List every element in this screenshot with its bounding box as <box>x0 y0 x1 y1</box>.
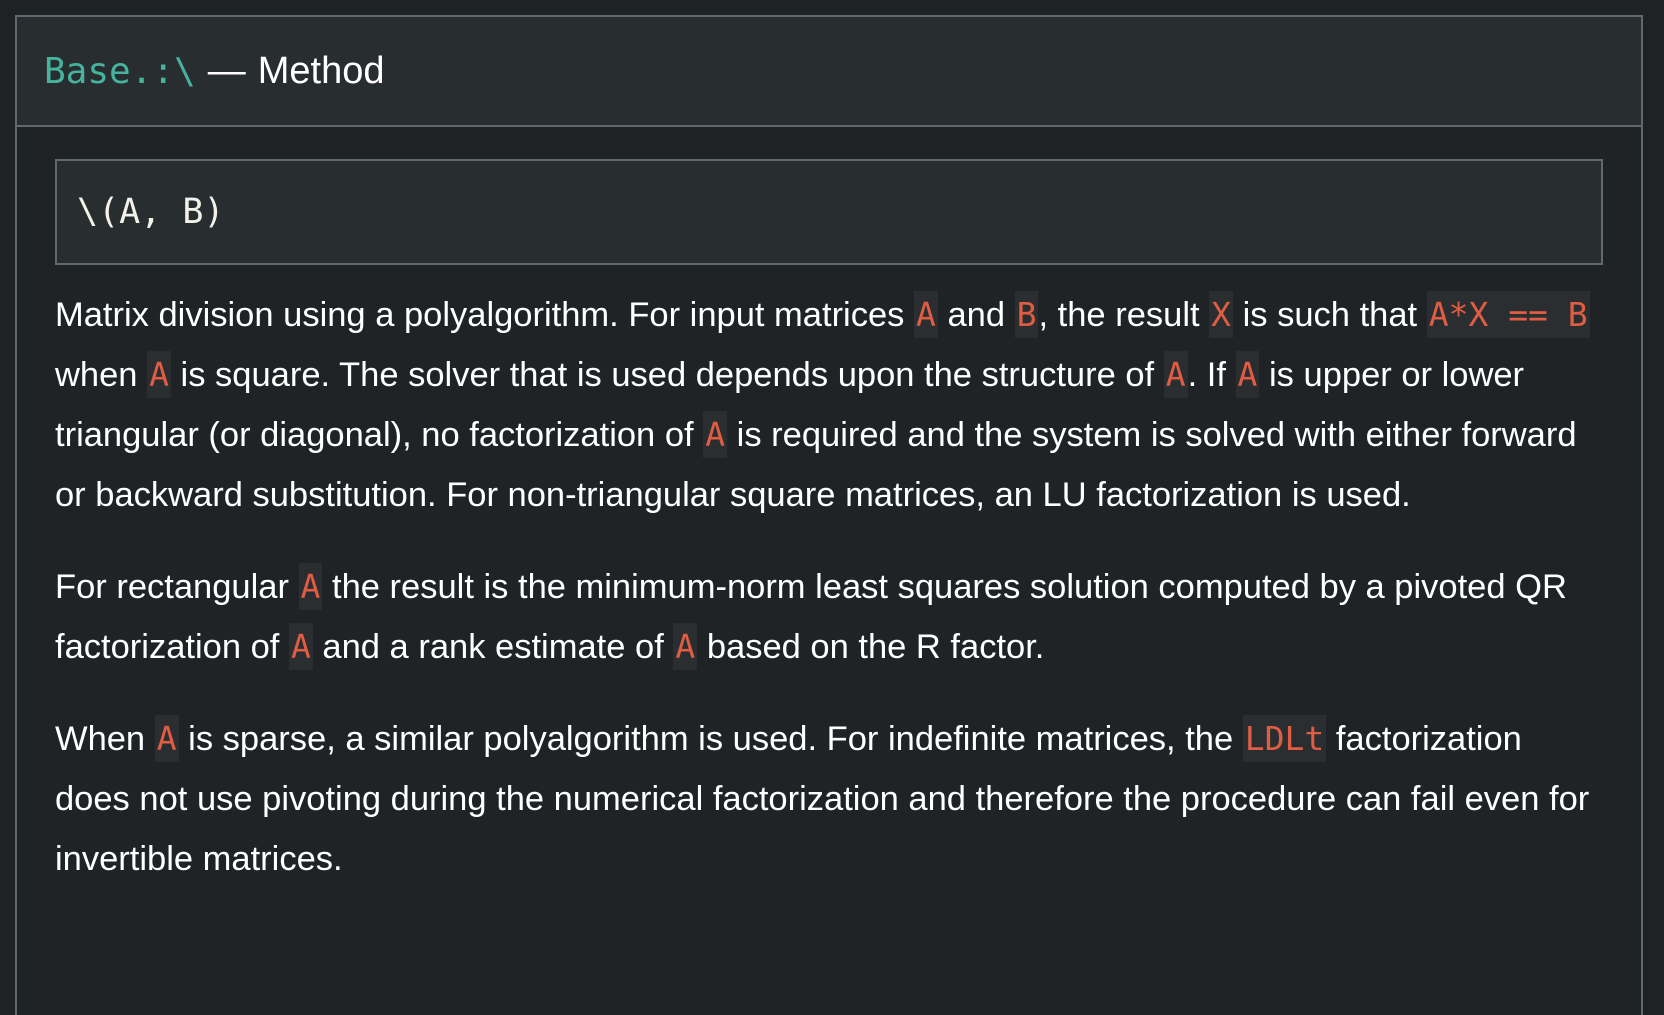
inline-code: A <box>154 715 179 762</box>
text-run: Matrix division using a polyalgorithm. F… <box>55 296 914 334</box>
text-run: . If <box>1187 356 1236 394</box>
inline-code: A <box>1163 351 1188 398</box>
description: Matrix division using a polyalgorithm. F… <box>55 285 1603 889</box>
signature-code-block: \(A, B) <box>55 159 1603 265</box>
text-run: For rectangular <box>55 568 299 606</box>
docstring-body: \(A, B) Matrix division using a polyalgo… <box>17 127 1641 889</box>
inline-code: X <box>1209 291 1234 338</box>
inline-code: A <box>1235 351 1260 398</box>
description-paragraph: Matrix division using a polyalgorithm. F… <box>55 285 1603 525</box>
text-run: based on the R factor. <box>697 628 1045 666</box>
inline-code: A <box>703 411 728 458</box>
text-run: , the result <box>1038 296 1210 334</box>
inline-code: B <box>1014 291 1039 338</box>
description-paragraph: When A is sparse, a similar polyalgorith… <box>55 709 1603 889</box>
inline-code: A*X == B <box>1426 291 1590 338</box>
inline-code: A <box>288 623 313 670</box>
text-run: When <box>55 720 155 758</box>
header-separator: — <box>207 49 246 92</box>
inline-code: LDLt <box>1242 715 1327 762</box>
text-run: is sparse, a similar polyalgorithm is us… <box>178 720 1243 758</box>
inline-code: A <box>298 563 323 610</box>
inline-code: A <box>914 291 938 338</box>
method-name[interactable]: Base.:\ <box>44 51 196 92</box>
text-run: is square. The solver that is used depen… <box>170 356 1164 394</box>
docstring-header: Base.:\ — Method <box>17 17 1641 127</box>
text-run: and a rank estimate of <box>312 628 674 666</box>
method-category: Method <box>257 49 385 92</box>
inline-code: A <box>147 351 171 398</box>
description-paragraph: For rectangular A the result is the mini… <box>55 557 1603 677</box>
inline-code: A <box>673 623 698 670</box>
text-run: and <box>937 296 1015 334</box>
docstring-panel: Base.:\ — Method \(A, B) Matrix division… <box>15 15 1643 1015</box>
text-run: is such that <box>1233 296 1427 334</box>
text-run: when <box>55 356 148 394</box>
